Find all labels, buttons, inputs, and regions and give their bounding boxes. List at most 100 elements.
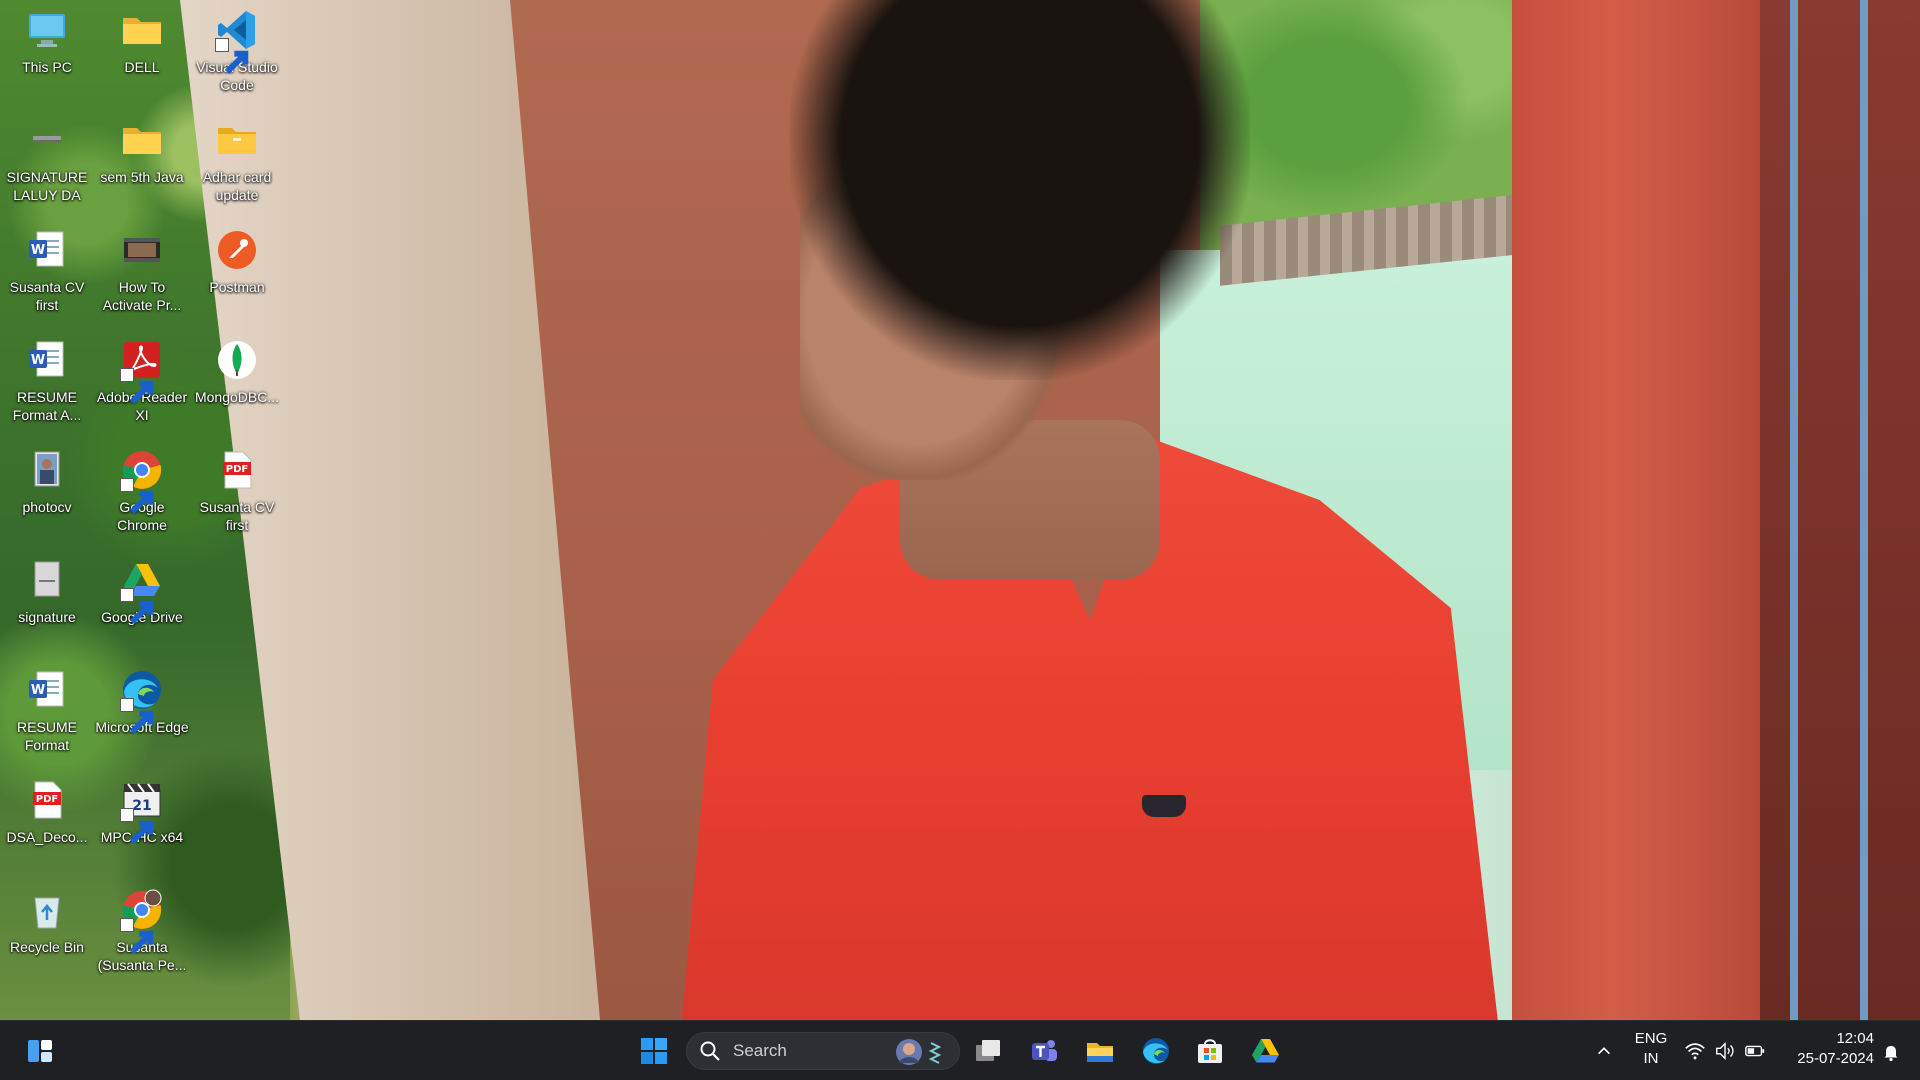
folder-icon	[120, 8, 164, 52]
desktop-icon-resume-format[interactable]: W RESUME Format	[0, 664, 94, 768]
task-view-button[interactable]	[966, 1029, 1010, 1073]
desktop-icon-signature-laluy-da[interactable]: SIGNATURE LALUY DA	[0, 114, 94, 218]
folder-icon	[120, 118, 164, 162]
desktop-icon-susanta-cv-first-pdf[interactable]: PDF Susanta CV first	[190, 444, 284, 548]
bell-icon	[1884, 1046, 1898, 1062]
shortcut-arrow-icon	[120, 588, 154, 625]
task-view-icon	[976, 1040, 1000, 1061]
desktop-icon-label: DSA_Deco...	[6, 829, 88, 845]
language-code: ENG	[1634, 1030, 1668, 1047]
folder-icon	[215, 118, 259, 162]
widgets-button[interactable]	[18, 1029, 62, 1073]
vscode-icon	[215, 8, 259, 75]
shortcut-arrow-icon	[120, 368, 154, 405]
wallpaper-window-grill	[1760, 0, 1920, 1020]
desktop-icon-mpc-hc[interactable]: 21 MPC-HC x64	[95, 774, 189, 878]
wallpaper-right-pillar	[1512, 0, 1762, 1020]
desktop-icon-resume-format-a[interactable]: W RESUME Format A...	[0, 334, 94, 438]
windows-logo-icon	[641, 1038, 667, 1064]
desktop-icon-label: MongoDBC...	[194, 389, 280, 405]
search-highlight-icon	[896, 1039, 942, 1065]
acrobat-icon	[120, 338, 164, 405]
wallpaper-shirt-logo	[1142, 795, 1186, 817]
edge-icon	[120, 668, 164, 735]
teams-icon	[1032, 1040, 1057, 1061]
widgets-icon	[28, 1040, 52, 1062]
show-hidden-icons-button[interactable]	[1590, 1037, 1618, 1065]
desktop-icon-label: signature	[18, 609, 76, 625]
desktop-icon-label: RESUME Format A...	[12, 389, 82, 423]
clock[interactable]: 12:04 25-07-2024	[1774, 1029, 1874, 1073]
desktop-icon-label: SIGNATURE LALUY DA	[6, 169, 88, 203]
desktop-icon-label: photocv	[22, 499, 72, 515]
desktop-icon-label: Recycle Bin	[10, 939, 84, 955]
svg-text:W: W	[31, 353, 45, 368]
desktop-icon-susanta-chrome-profile[interactable]: Susanta (Susanta Pe...	[95, 884, 189, 988]
desktop-icon-label: How To Activate Pr...	[102, 279, 182, 313]
word-doc-icon: W	[25, 228, 69, 272]
svg-text:PDF: PDF	[226, 464, 248, 475]
word-doc-icon: W	[25, 668, 69, 712]
image-file-icon	[25, 558, 69, 602]
volume-icon	[1714, 1039, 1736, 1063]
shortcut-arrow-icon	[120, 808, 154, 845]
desktop-icon-adhar-card-update[interactable]: Adhar card update	[190, 114, 284, 218]
edge-button[interactable]	[1134, 1029, 1178, 1073]
desktop-icon-label: Susanta CV first	[199, 499, 275, 533]
desktop-icon-photocv[interactable]: photocv	[0, 444, 94, 548]
microsoft-store-button[interactable]	[1188, 1029, 1232, 1073]
file-explorer-button[interactable]	[1078, 1029, 1122, 1073]
mpc-hc-icon: 21	[120, 778, 164, 845]
system-tray-quick-settings[interactable]	[1684, 1037, 1765, 1065]
notification-center-button[interactable]	[1878, 1039, 1904, 1065]
desktop-icon-sem-5th-java[interactable]: sem 5th Java	[95, 114, 189, 218]
recycle-bin-icon	[25, 888, 69, 932]
teams-button[interactable]	[1022, 1029, 1066, 1073]
edge-icon	[1143, 1038, 1169, 1064]
desktop-icon-dsa-deco[interactable]: PDF DSA_Deco...	[0, 774, 94, 878]
search-icon	[700, 1041, 720, 1061]
svg-text:W: W	[31, 683, 45, 698]
google-drive-icon	[1252, 1039, 1279, 1063]
word-doc-icon: W	[25, 338, 69, 382]
pdf-icon: PDF	[25, 778, 69, 822]
shortcut-arrow-icon	[120, 918, 154, 955]
start-button[interactable]	[632, 1029, 676, 1073]
chevron-up-icon	[1598, 1047, 1610, 1055]
image-file-icon	[25, 118, 69, 162]
desktop-icon-label: sem 5th Java	[100, 169, 184, 185]
desktop-icon-label: DELL	[124, 59, 160, 75]
desktop-icon-vscode[interactable]: Visual Studio Code	[190, 4, 284, 108]
desktop-icon-adobe-reader[interactable]: Adobe Reader XI	[95, 334, 189, 438]
desktop-icon-recycle-bin[interactable]: Recycle Bin	[0, 884, 94, 988]
monitor-icon	[25, 8, 69, 52]
chrome-profile-icon	[120, 888, 164, 955]
input-language-indicator[interactable]: ENG IN	[1628, 1029, 1674, 1073]
shortcut-arrow-icon	[215, 38, 249, 75]
desktop-icon-how-to-activate[interactable]: How To Activate Pr...	[95, 224, 189, 328]
desktop-icon-dell[interactable]: DELL	[95, 4, 189, 108]
desktop-icon-google-drive[interactable]: Google Drive	[95, 554, 189, 658]
taskbar-search-box[interactable]: Search	[686, 1032, 960, 1070]
desktop-icon-postman[interactable]: Postman	[190, 224, 284, 328]
pdf-icon: PDF	[215, 448, 259, 492]
chrome-icon	[120, 448, 164, 515]
desktop-icon-google-chrome[interactable]: Google Chrome	[95, 444, 189, 548]
desktop-icon-this-pc[interactable]: This PC	[0, 4, 94, 108]
desktop-icon-label: Adhar card update	[202, 169, 272, 203]
language-region: IN	[1643, 1050, 1659, 1067]
desktop-icon-grid: This PC DELL Visual Studio Code SIGNATUR…	[0, 0, 290, 1020]
desktop-icon-microsoft-edge[interactable]: Microsoft Edge	[95, 664, 189, 768]
desktop-icon-mongodb-compass[interactable]: MongoDBC...	[190, 334, 284, 438]
desktop-icon-susanta-cv-first-doc[interactable]: W Susanta CV first	[0, 224, 94, 328]
desktop-icon-label: Susanta CV first	[9, 279, 85, 313]
shortcut-arrow-icon	[120, 478, 154, 515]
desktop-icon-signature[interactable]: signature	[0, 554, 94, 658]
video-file-icon	[120, 228, 164, 272]
wallpaper-person-hair	[790, 0, 1250, 380]
google-drive-button[interactable]	[1244, 1029, 1288, 1073]
taskbar: Search ENG IN 12:04 25-07-2024	[0, 1020, 1920, 1080]
google-drive-icon	[120, 558, 164, 625]
mongodb-icon	[215, 338, 259, 382]
desktop-icon-label: RESUME Format	[17, 719, 77, 753]
